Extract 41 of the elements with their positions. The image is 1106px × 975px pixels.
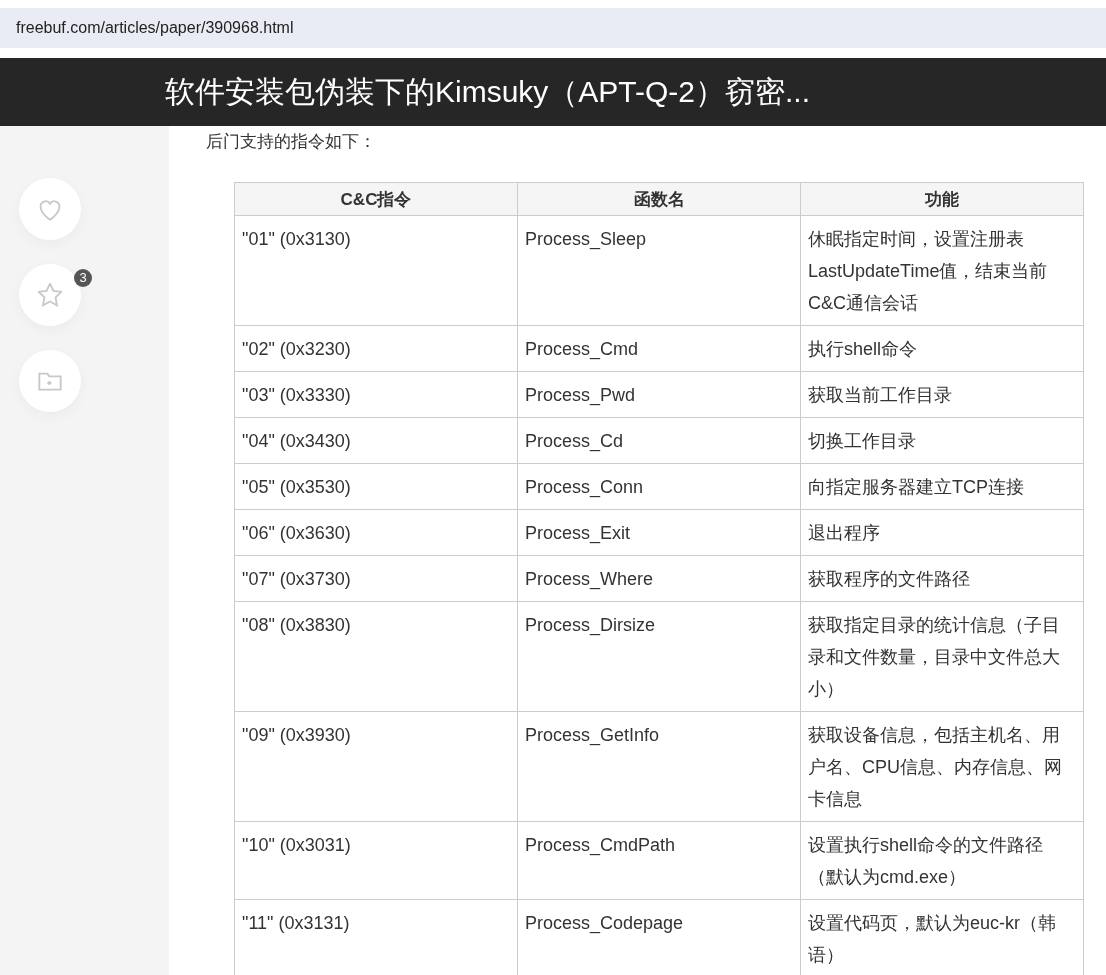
table-cell: "02" (0x3230) — [234, 325, 518, 372]
table-cell: "03" (0x3330) — [234, 371, 518, 418]
count-badge: 3 — [74, 269, 92, 287]
url-text: freebuf.com/articles/paper/390968.html — [16, 19, 294, 37]
table-cell: "09" (0x3930) — [234, 711, 518, 822]
table-cell: 设置执行shell命令的文件路径 （默认为cmd.exe） — [800, 821, 1084, 900]
article-title: 软件安装包伪装下的Kimsuky（APT-Q-2）窃密... — [165, 73, 811, 110]
star-icon — [38, 283, 62, 307]
table-cell: 获取当前工作目录 — [800, 371, 1084, 418]
table-cell: "07" (0x3730) — [234, 555, 518, 602]
table-cell: 切换工作目录 — [800, 417, 1084, 464]
table-cell: Process_Sleep — [517, 215, 801, 326]
table-cell: Process_CmdPath — [517, 821, 801, 900]
table-cell: Process_GetInfo — [517, 711, 801, 822]
table-cell: "05" (0x3530) — [234, 463, 518, 510]
column-header: 函数名 — [517, 182, 801, 216]
table-cell: 获取设备信息，包括主机名、用 户名、CPU信息、内存信息、网 卡信息 — [800, 711, 1084, 822]
address-bar[interactable]: freebuf.com/articles/paper/390968.html — [0, 8, 1106, 48]
table-cell: Process_Cd — [517, 417, 801, 464]
table-cell: "04" (0x3430) — [234, 417, 518, 464]
heart-icon — [38, 197, 62, 221]
paragraph: 后门支持的指令如下： — [206, 131, 377, 153]
column-header: 功能 — [800, 182, 1084, 216]
table-cell: Process_Where — [517, 555, 801, 602]
table-cell: "10" (0x3031) — [234, 821, 518, 900]
table-cell: "11" (0x3131) — [234, 899, 518, 975]
table-cell: 执行shell命令 — [800, 325, 1084, 372]
table-cell: Process_Exit — [517, 509, 801, 556]
table-cell: 获取程序的文件路径 — [800, 555, 1084, 602]
table-cell: 获取指定目录的统计信息（子目 录和文件数量，目录中文件总大 小） — [800, 601, 1084, 712]
table-cell: 休眠指定时间，设置注册表 LastUpdateTime值，结束当前 C&C通信会话 — [800, 215, 1084, 326]
table-cell: "08" (0x3830) — [234, 601, 518, 712]
table-cell: Process_Pwd — [517, 371, 801, 418]
table-cell: "06" (0x3630) — [234, 509, 518, 556]
table-cell: Process_Dirsize — [517, 601, 801, 712]
column-header: C&C指令 — [234, 182, 518, 216]
table-cell: Process_Cmd — [517, 325, 801, 372]
table-cell: "01" (0x3130) — [234, 215, 518, 326]
table-cell: 向指定服务器建立TCP连接 — [800, 463, 1084, 510]
table-cell: 退出程序 — [800, 509, 1084, 556]
table-cell: Process_Conn — [517, 463, 801, 510]
